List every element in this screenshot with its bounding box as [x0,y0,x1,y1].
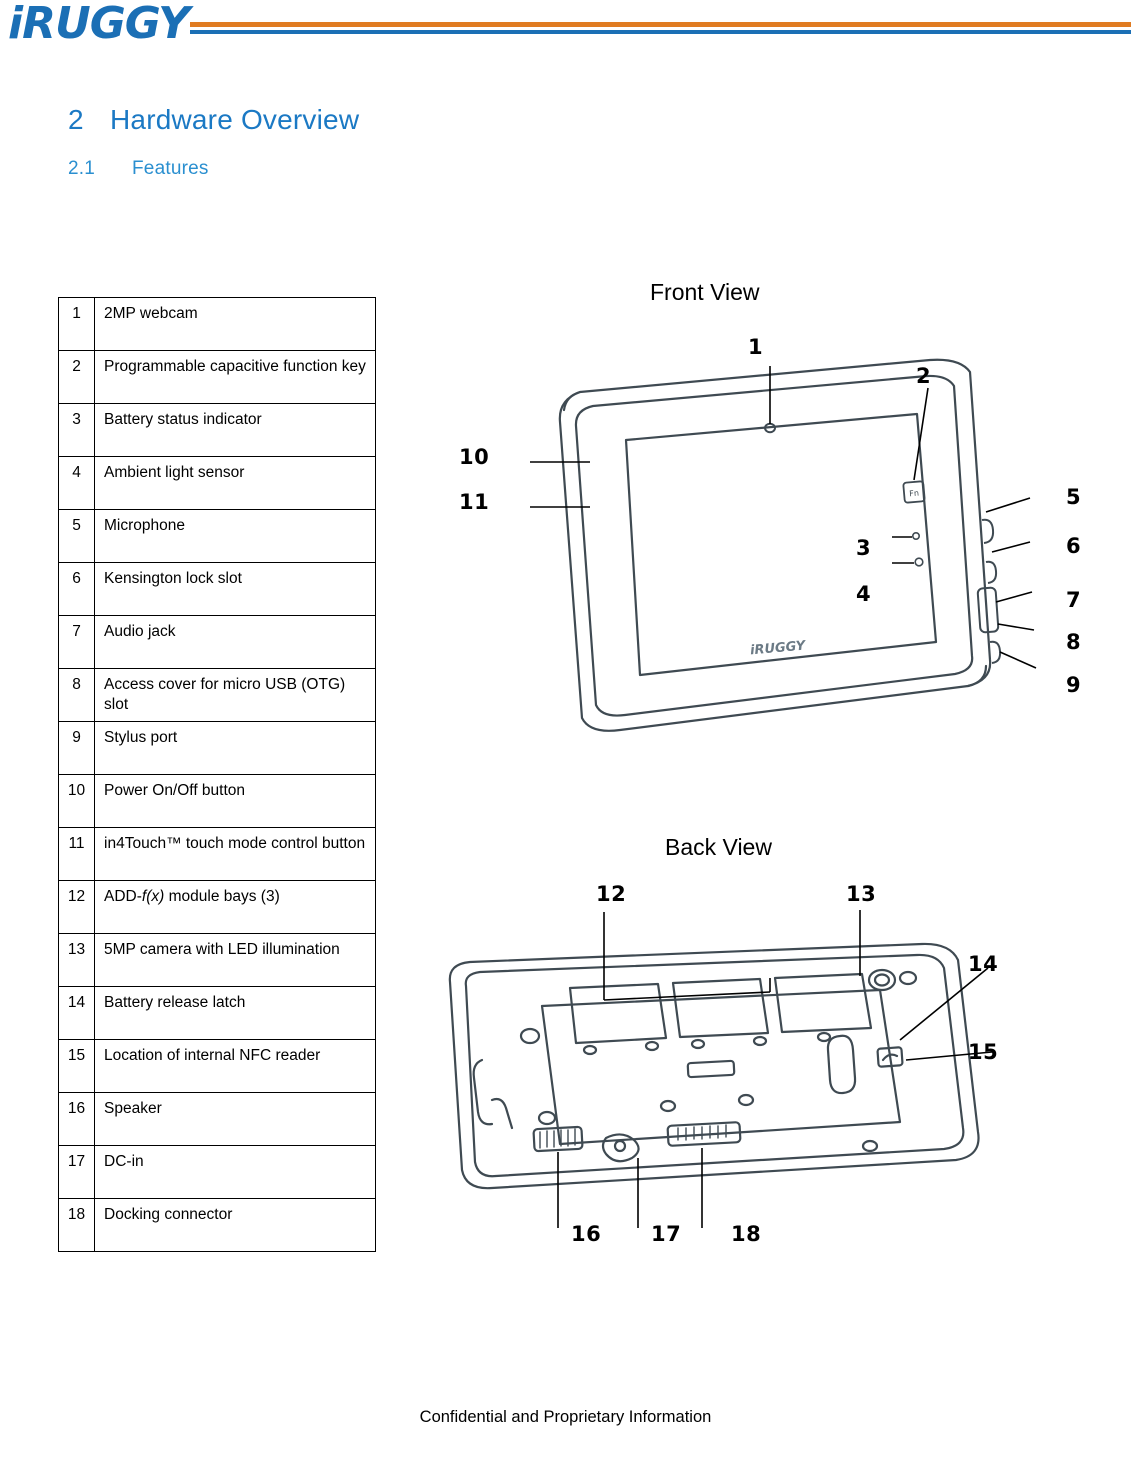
back-callout-17: 17 [651,1222,682,1246]
front-callout-1: 1 [748,335,764,359]
svg-text:iRUGGY: iRUGGY [750,638,808,658]
table-row: 14 Battery release latch [57,986,376,1040]
feature-label: Battery status indicator [94,403,376,457]
table-row: 7 Audio jack [57,615,376,669]
brand-logo: iRUGGY [8,0,190,49]
table-row: 3 Battery status indicator [57,403,376,457]
table-row: 16 Speaker [57,1092,376,1146]
feature-label: 5MP camera with LED illumination [94,933,376,987]
back-view-title: Back View [665,834,772,860]
front-callout-9: 9 [1066,673,1082,697]
feature-label: DC-in [94,1145,376,1199]
feature-index: 3 [57,403,96,457]
feature-label: Stylus port [94,721,376,775]
page-title: 2 Hardware Overview [68,104,359,136]
front-callout-6: 6 [1066,534,1082,558]
feature-index: 17 [57,1145,96,1199]
feature-index: 5 [57,509,96,563]
table-row: 13 5MP camera with LED illumination [57,933,376,987]
feature-label: Power On/Off button [94,774,376,828]
front-callout-4: 4 [856,582,872,606]
feature-index: 18 [57,1198,96,1252]
back-callout-16: 16 [571,1222,602,1246]
feature-index: 6 [57,562,96,616]
table-row: 17 DC-in [57,1145,376,1199]
back-callout-18: 18 [731,1222,762,1246]
feature-index: 1 [57,297,96,351]
feature-index: 9 [57,721,96,775]
front-view-title: Front View [650,279,760,305]
subsection-heading: 2.1 Features [68,158,209,180]
back-callout-14: 14 [968,952,999,976]
front-callout-3: 3 [856,536,872,560]
header-rule-blue [190,30,1131,34]
feature-index: 12 [57,880,96,934]
feature-label: Microphone [94,509,376,563]
feature-label: Location of internal NFC reader [94,1039,376,1093]
table-row: 2 Programmable capacitive function key [57,350,376,404]
table-row: 4 Ambient light sensor [57,456,376,510]
feature-index: 4 [57,456,96,510]
feature-index: 15 [57,1039,96,1093]
table-row: 12 ADD-f(x) module bays (3) [57,880,376,934]
feature-label: Speaker [94,1092,376,1146]
back-view-diagram [448,910,993,1228]
back-callout-13: 13 [846,882,877,906]
table-row: 8 Access cover for micro USB (OTG) slot [57,668,376,722]
table-row: 11 in4Touch™ touch mode control button [57,827,376,881]
back-callout-12: 12 [596,882,627,906]
table-row: 6 Kensington lock slot [57,562,376,616]
header-rule-orange [190,22,1131,27]
front-callout-5: 5 [1066,485,1082,509]
table-row: 9 Stylus port [57,721,376,775]
feature-index: 7 [57,615,96,669]
front-callout-11: 11 [459,490,490,514]
table-row: 18 Docking connector [57,1198,376,1252]
feature-label: ADD-f(x) module bays (3) [94,880,376,934]
subsection-title: Features [132,158,209,179]
feature-label: Ambient light sensor [94,456,376,510]
subsection-number: 2.1 [68,158,96,179]
front-callout-8: 8 [1066,630,1082,654]
feature-index: 13 [57,933,96,987]
feature-label: in4Touch™ touch mode control button [94,827,376,881]
feature-label: Access cover for micro USB (OTG) slot [94,668,376,722]
feature-index: 16 [57,1092,96,1146]
footer-text: Confidential and Proprietary Information [419,1408,712,1426]
feature-label: Docking connector [94,1198,376,1252]
feature-index: 8 [57,668,96,722]
feature-label: 2MP webcam [94,297,376,351]
feature-index: 14 [57,986,96,1040]
table-row: 15 Location of internal NFC reader [57,1039,376,1093]
front-view-diagram: Fn iRUGGY [530,358,1037,732]
feature-label: Kensington lock slot [94,562,376,616]
page-header: iRUGGY [0,0,1131,58]
feature-index: 2 [57,350,96,404]
section-title: Hardware Overview [110,104,360,135]
back-callout-15: 15 [968,1040,999,1064]
table-row: 1 2MP webcam [57,297,376,351]
front-callout-7: 7 [1066,588,1082,612]
feature-label: Battery release latch [94,986,376,1040]
front-callout-2: 2 [916,364,932,388]
features-table: 1 2MP webcam 2 Programmable capacitive f… [57,297,376,1252]
table-row: 5 Microphone [57,509,376,563]
feature-index: 11 [57,827,96,881]
section-number: 2 [68,104,84,135]
svg-text:Fn: Fn [909,489,919,499]
feature-label: Programmable capacitive function key [94,350,376,404]
table-row: 10 Power On/Off button [57,774,376,828]
front-callout-10: 10 [459,445,490,469]
feature-label: Audio jack [94,615,376,669]
feature-index: 10 [57,774,96,828]
